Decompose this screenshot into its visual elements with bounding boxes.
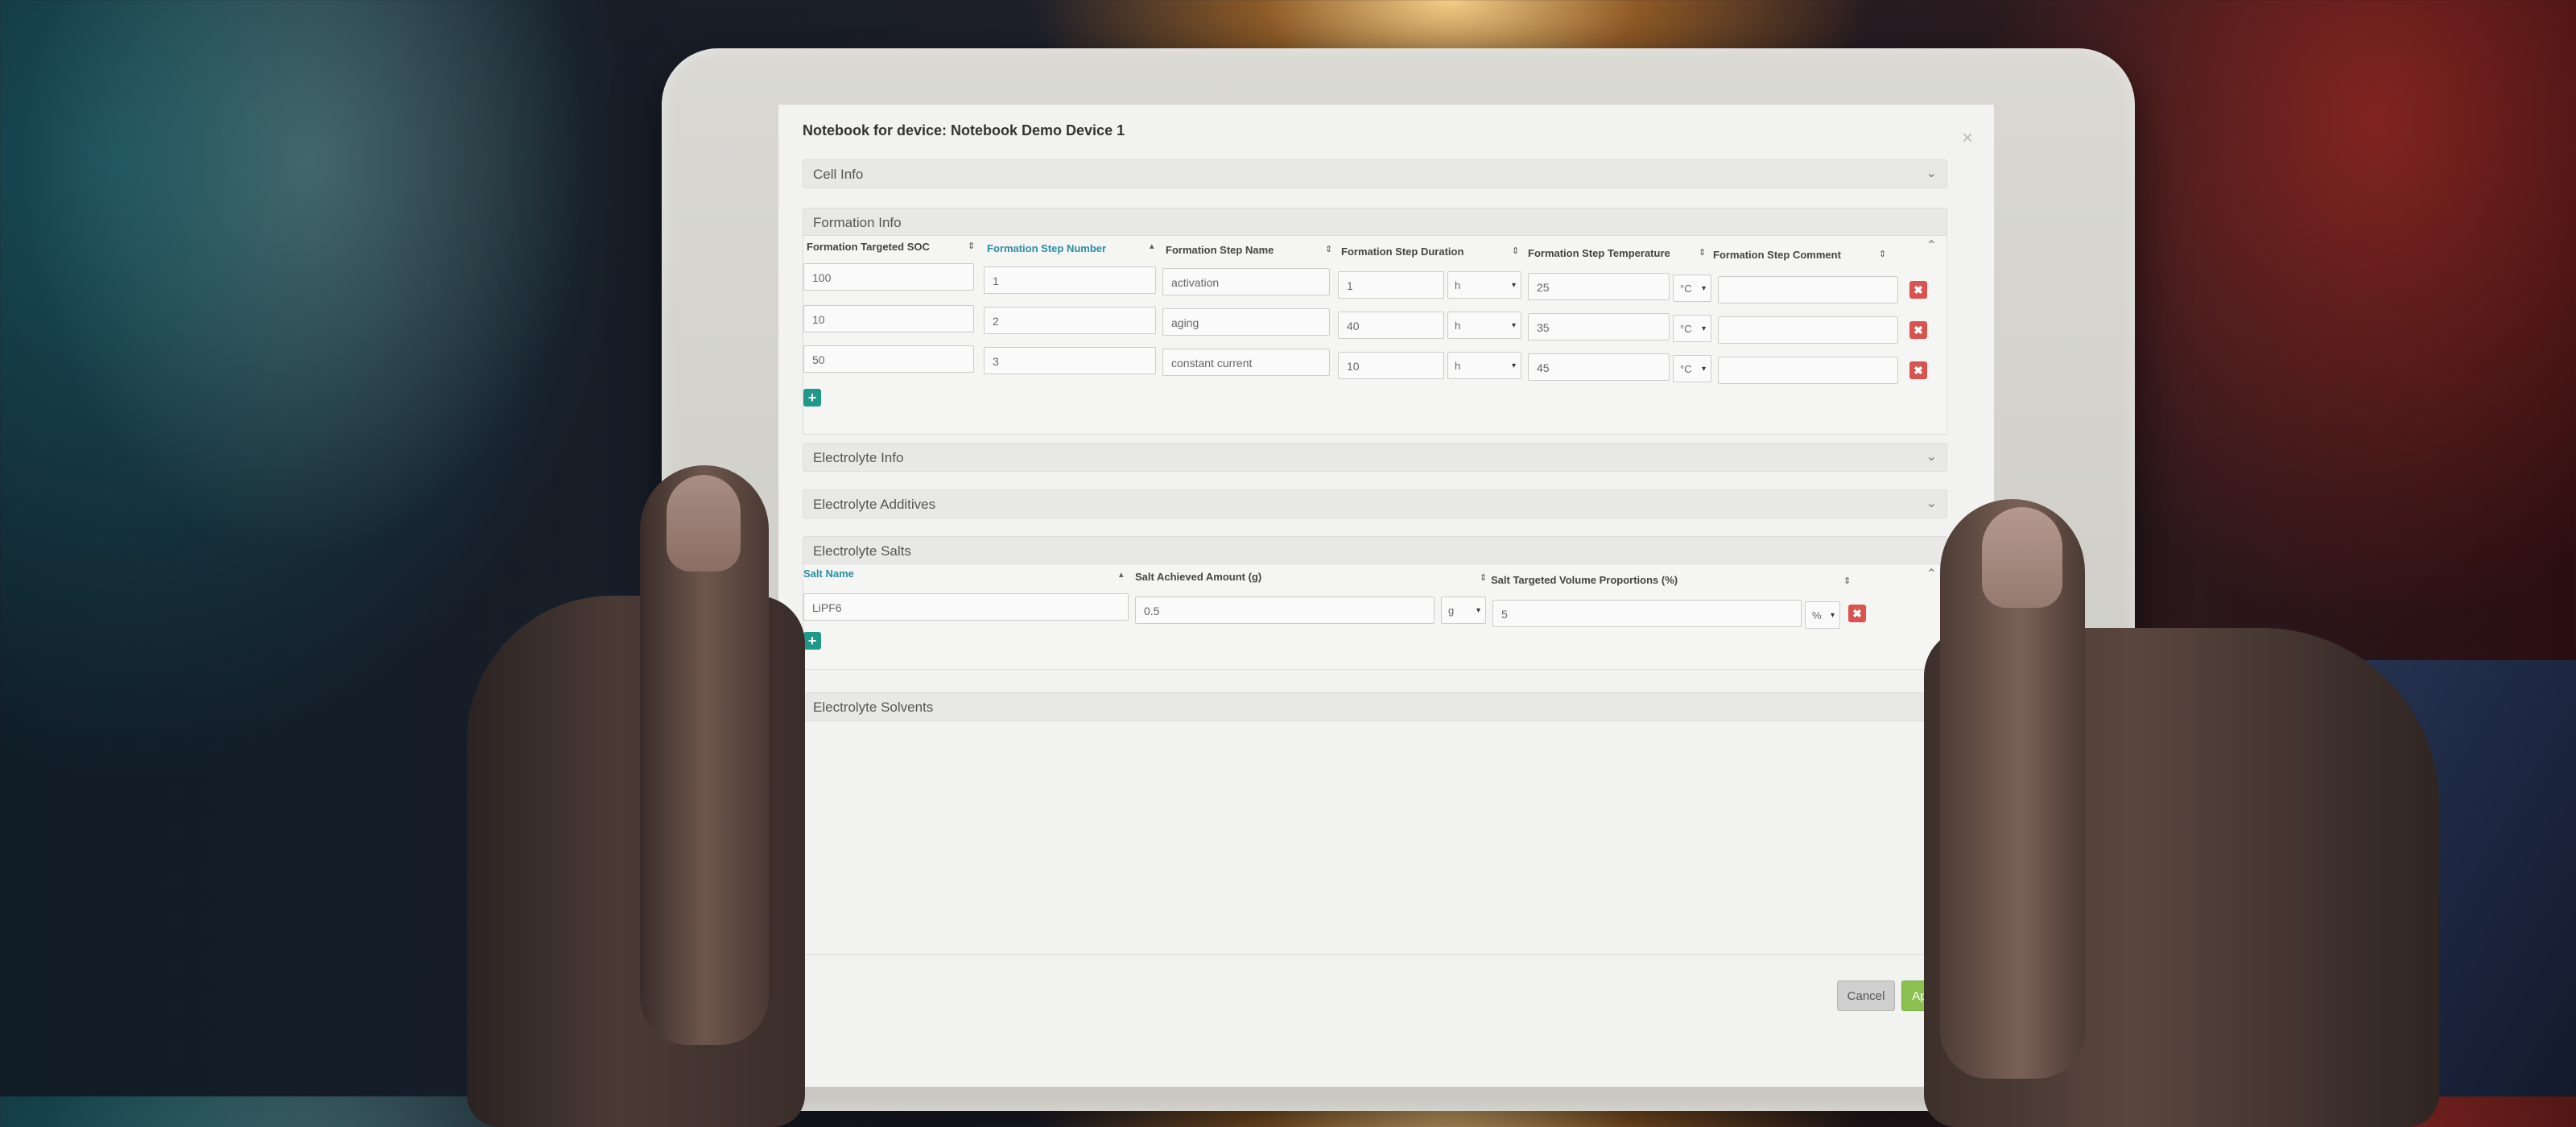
delete-row-icon[interactable]: ✖ (1848, 605, 1866, 622)
step-number-input[interactable]: 2 (984, 307, 1156, 334)
salt-proportion-input[interactable]: 5 (1492, 600, 1802, 627)
panel-title: Electrolyte Solvents (813, 700, 934, 715)
footer-divider (778, 954, 1994, 955)
header-salt-name[interactable]: Salt Name (803, 568, 854, 580)
notebook-modal: Notebook for device: Notebook Demo Devic… (778, 105, 1994, 1087)
temp-unit-label: °C (1680, 323, 1692, 335)
modal-title: Notebook for device: Notebook Demo Devic… (803, 122, 1125, 138)
panel-electrolyte-salts[interactable]: Electrolyte Salts (803, 536, 1947, 564)
temp-unit-label: °C (1680, 283, 1692, 295)
delete-row-icon[interactable]: ✖ (1909, 281, 1927, 299)
sort-icon[interactable]: ⇕ (1480, 572, 1487, 583)
temp-input[interactable]: 35 (1528, 313, 1670, 341)
add-row-icon[interactable]: + (803, 389, 821, 407)
salt-amount-unit-select[interactable]: g ▾ (1441, 597, 1486, 624)
panel-title: Cell Info (813, 167, 864, 182)
step-name-input[interactable]: constant current (1162, 349, 1330, 376)
formation-table: ⌃ Formation Targeted SOC ⇕ Formation Ste… (803, 235, 1947, 435)
caret-icon: ▾ (1701, 284, 1706, 293)
salts-table: ⌃ Salt Name ▴ Salt Achieved Amount (g) ⇕… (803, 564, 1947, 670)
tablet-device: Notebook for device: Notebook Demo Devic… (662, 48, 2135, 1111)
sort-icon[interactable]: ⇕ (968, 241, 975, 251)
header-step-name[interactable]: Formation Step Name (1166, 244, 1274, 256)
caret-icon: ▾ (1511, 321, 1516, 330)
temp-unit-select[interactable]: °C ▾ (1673, 275, 1711, 302)
header-salt-proportion[interactable]: Salt Targeted Volume Proportions (%) (1491, 574, 1678, 586)
add-row-icon[interactable]: + (803, 632, 821, 650)
duration-input[interactable]: 40 (1338, 312, 1444, 339)
temp-unit-select[interactable]: °C ▾ (1673, 315, 1711, 342)
panel-title: Electrolyte Additives (813, 497, 936, 512)
sort-icon[interactable]: ⇕ (1512, 246, 1519, 256)
temp-input[interactable]: 45 (1528, 353, 1670, 381)
salt-proportion-unit-select[interactable]: % ▾ (1805, 601, 1840, 629)
sort-icon[interactable]: ⇕ (1325, 244, 1332, 254)
chevron-down-icon: ⌄ (1926, 167, 1937, 180)
duration-unit-label: h (1455, 320, 1461, 332)
proportion-unit-label: % (1812, 609, 1822, 621)
header-temperature[interactable]: Formation Step Temperature (1528, 247, 1670, 259)
duration-unit-label: h (1455, 279, 1461, 291)
sort-asc-icon[interactable]: ▴ (1119, 569, 1124, 580)
delete-row-icon[interactable]: ✖ (1909, 321, 1927, 339)
chevron-down-icon: ⌄ (1926, 497, 1937, 510)
sort-icon[interactable]: ⇕ (1879, 249, 1886, 259)
comment-input[interactable] (1718, 357, 1898, 384)
step-name-input[interactable]: activation (1162, 268, 1330, 295)
amount-unit-label: g (1448, 605, 1455, 617)
sort-icon[interactable]: ⇕ (1843, 576, 1851, 586)
caret-icon: ▾ (1476, 606, 1480, 615)
duration-unit-label: h (1455, 360, 1461, 372)
caret-icon: ▾ (1511, 281, 1516, 290)
caret-icon: ▾ (1511, 361, 1516, 370)
panel-electrolyte-info[interactable]: Electrolyte Info ⌄ (803, 443, 1947, 472)
header-salt-amount[interactable]: Salt Achieved Amount (g) (1135, 571, 1261, 583)
duration-unit-select[interactable]: h ▾ (1447, 271, 1521, 299)
comment-input[interactable] (1718, 316, 1898, 344)
delete-row-icon[interactable]: ✖ (1909, 361, 1927, 379)
soc-input[interactable]: 10 (803, 305, 974, 332)
sort-asc-icon[interactable]: ▴ (1150, 241, 1154, 251)
close-icon[interactable]: × (1962, 127, 1973, 150)
cancel-button[interactable]: Cancel (1837, 980, 1895, 1011)
step-name-input[interactable]: aging (1162, 308, 1330, 336)
duration-unit-select[interactable]: h ▾ (1447, 312, 1521, 339)
soc-input[interactable]: 50 (803, 345, 974, 373)
panel-title: Electrolyte Info (813, 450, 904, 465)
step-number-input[interactable]: 1 (984, 266, 1156, 294)
salt-amount-input[interactable]: 0.5 (1135, 597, 1435, 624)
header-comment[interactable]: Formation Step Comment (1713, 249, 1841, 261)
header-step-number[interactable]: Formation Step Number (987, 242, 1106, 254)
chevron-down-icon: ⌄ (1926, 450, 1937, 464)
comment-input[interactable] (1718, 276, 1898, 303)
caret-icon: ▾ (1701, 365, 1706, 374)
caret-icon: ▾ (1830, 611, 1835, 620)
panel-title: Electrolyte Salts (813, 543, 911, 559)
step-number-input[interactable]: 3 (984, 347, 1156, 374)
panel-electrolyte-solvents[interactable]: Electrolyte Solvents ⌄ (803, 692, 1947, 721)
duration-unit-select[interactable]: h ▾ (1447, 352, 1521, 379)
panel-cell-info[interactable]: Cell Info ⌄ (803, 159, 1947, 188)
header-soc[interactable]: Formation Targeted SOC (807, 241, 930, 253)
salt-name-input[interactable]: LiPF6 (803, 593, 1129, 621)
panel-electrolyte-additives[interactable]: Electrolyte Additives ⌄ (803, 489, 1947, 518)
duration-input[interactable]: 1 (1338, 271, 1444, 299)
temp-unit-label: °C (1680, 363, 1692, 375)
duration-input[interactable]: 10 (1338, 352, 1444, 379)
soc-input[interactable]: 100 (803, 263, 974, 291)
sort-icon[interactable]: ⇕ (1699, 247, 1706, 258)
right-thumbnail (1982, 507, 2062, 608)
chevron-up-icon[interactable]: ⌃ (1926, 566, 1937, 582)
panel-formation-info[interactable]: Formation Info (803, 208, 1947, 236)
temp-input[interactable]: 25 (1528, 273, 1670, 300)
left-thumbnail (667, 475, 741, 572)
header-duration[interactable]: Formation Step Duration (1341, 246, 1463, 258)
temp-unit-select[interactable]: °C ▾ (1673, 355, 1711, 382)
caret-icon: ▾ (1701, 324, 1706, 333)
chevron-up-icon[interactable]: ⌃ (1926, 237, 1937, 254)
panel-title: Formation Info (813, 215, 902, 230)
